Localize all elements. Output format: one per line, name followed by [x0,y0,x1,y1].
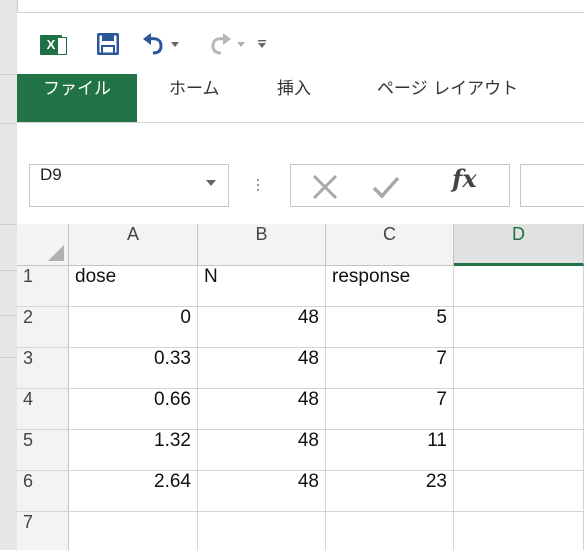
window-left-edge [0,0,18,550]
row-header-6[interactable]: 6 [17,471,69,512]
customize-icon[interactable] [257,39,267,49]
cell-a2[interactable]: 0 [69,307,198,348]
save-icon[interactable] [97,33,119,55]
cell-b7[interactable] [198,512,326,550]
cell-a6[interactable]: 2.64 [69,471,198,512]
cell-d4[interactable] [454,389,584,430]
name-box-value: D9 [40,165,62,184]
cell-b2[interactable]: 48 [198,307,326,348]
quick-access-toolbar: X [17,12,584,75]
cell-c3[interactable]: 7 [326,348,454,389]
cell-c6[interactable]: 23 [326,471,454,512]
row-header-1[interactable]: 1 [17,266,69,307]
cell-a1[interactable]: dose [69,266,198,307]
redo-dropdown-icon[interactable] [237,42,245,48]
insert-function-button[interactable]: fx [452,164,477,193]
enter-icon[interactable] [371,173,401,201]
cell-d7[interactable] [454,512,584,550]
formula-input[interactable] [520,164,584,207]
tab-file[interactable]: ファイル [17,74,137,122]
cell-a4[interactable]: 0.66 [69,389,198,430]
column-header-b[interactable]: B [198,224,326,266]
row-header-4[interactable]: 4 [17,389,69,430]
row-header-3[interactable]: 3 [17,348,69,389]
cell-c1[interactable]: response [326,266,454,307]
cell-b1[interactable]: N [198,266,326,307]
row-header-7[interactable]: 7 [17,512,69,550]
cell-c4[interactable]: 7 [326,389,454,430]
column-header-d[interactable]: D [454,224,584,266]
tab-home[interactable]: ホーム [169,74,220,122]
cell-c2[interactable]: 5 [326,307,454,348]
undo-dropdown-icon[interactable] [171,42,179,48]
redo-icon[interactable] [207,31,233,57]
cell-c5[interactable]: 11 [326,430,454,471]
cell-b4[interactable]: 48 [198,389,326,430]
column-header-c[interactable]: C [326,224,454,266]
row-header-5[interactable]: 5 [17,430,69,471]
row-header-2[interactable]: 2 [17,307,69,348]
excel-icon: X [40,35,67,55]
cell-a3[interactable]: 0.33 [69,348,198,389]
cell-b6[interactable]: 48 [198,471,326,512]
tab-insert[interactable]: 挿入 [277,74,311,122]
cell-d5[interactable] [454,430,584,471]
name-box[interactable]: D9 [29,164,229,207]
undo-icon[interactable] [141,31,167,57]
spreadsheet-grid: A B C D 1 2 3 4 5 6 7 dose N response 0 … [17,224,584,550]
formula-buttons [290,164,510,207]
column-header-a[interactable]: A [69,224,198,266]
cell-d6[interactable] [454,471,584,512]
select-all-button[interactable] [17,224,69,266]
cell-d1[interactable] [454,266,584,307]
tab-page-layout[interactable]: ページ レイアウト [377,74,518,122]
cell-b5[interactable]: 48 [198,430,326,471]
cell-d3[interactable] [454,348,584,389]
formula-bar-grip-icon[interactable] [256,176,260,196]
cell-b3[interactable]: 48 [198,348,326,389]
cell-a5[interactable]: 1.32 [69,430,198,471]
cell-a7[interactable] [69,512,198,550]
cancel-icon[interactable] [311,173,339,201]
cell-c7[interactable] [326,512,454,550]
cell-d2[interactable] [454,307,584,348]
name-box-dropdown-icon[interactable] [206,180,216,186]
ribbon-tabs: ファイル ホーム 挿入 ページ レイアウト [17,74,584,123]
